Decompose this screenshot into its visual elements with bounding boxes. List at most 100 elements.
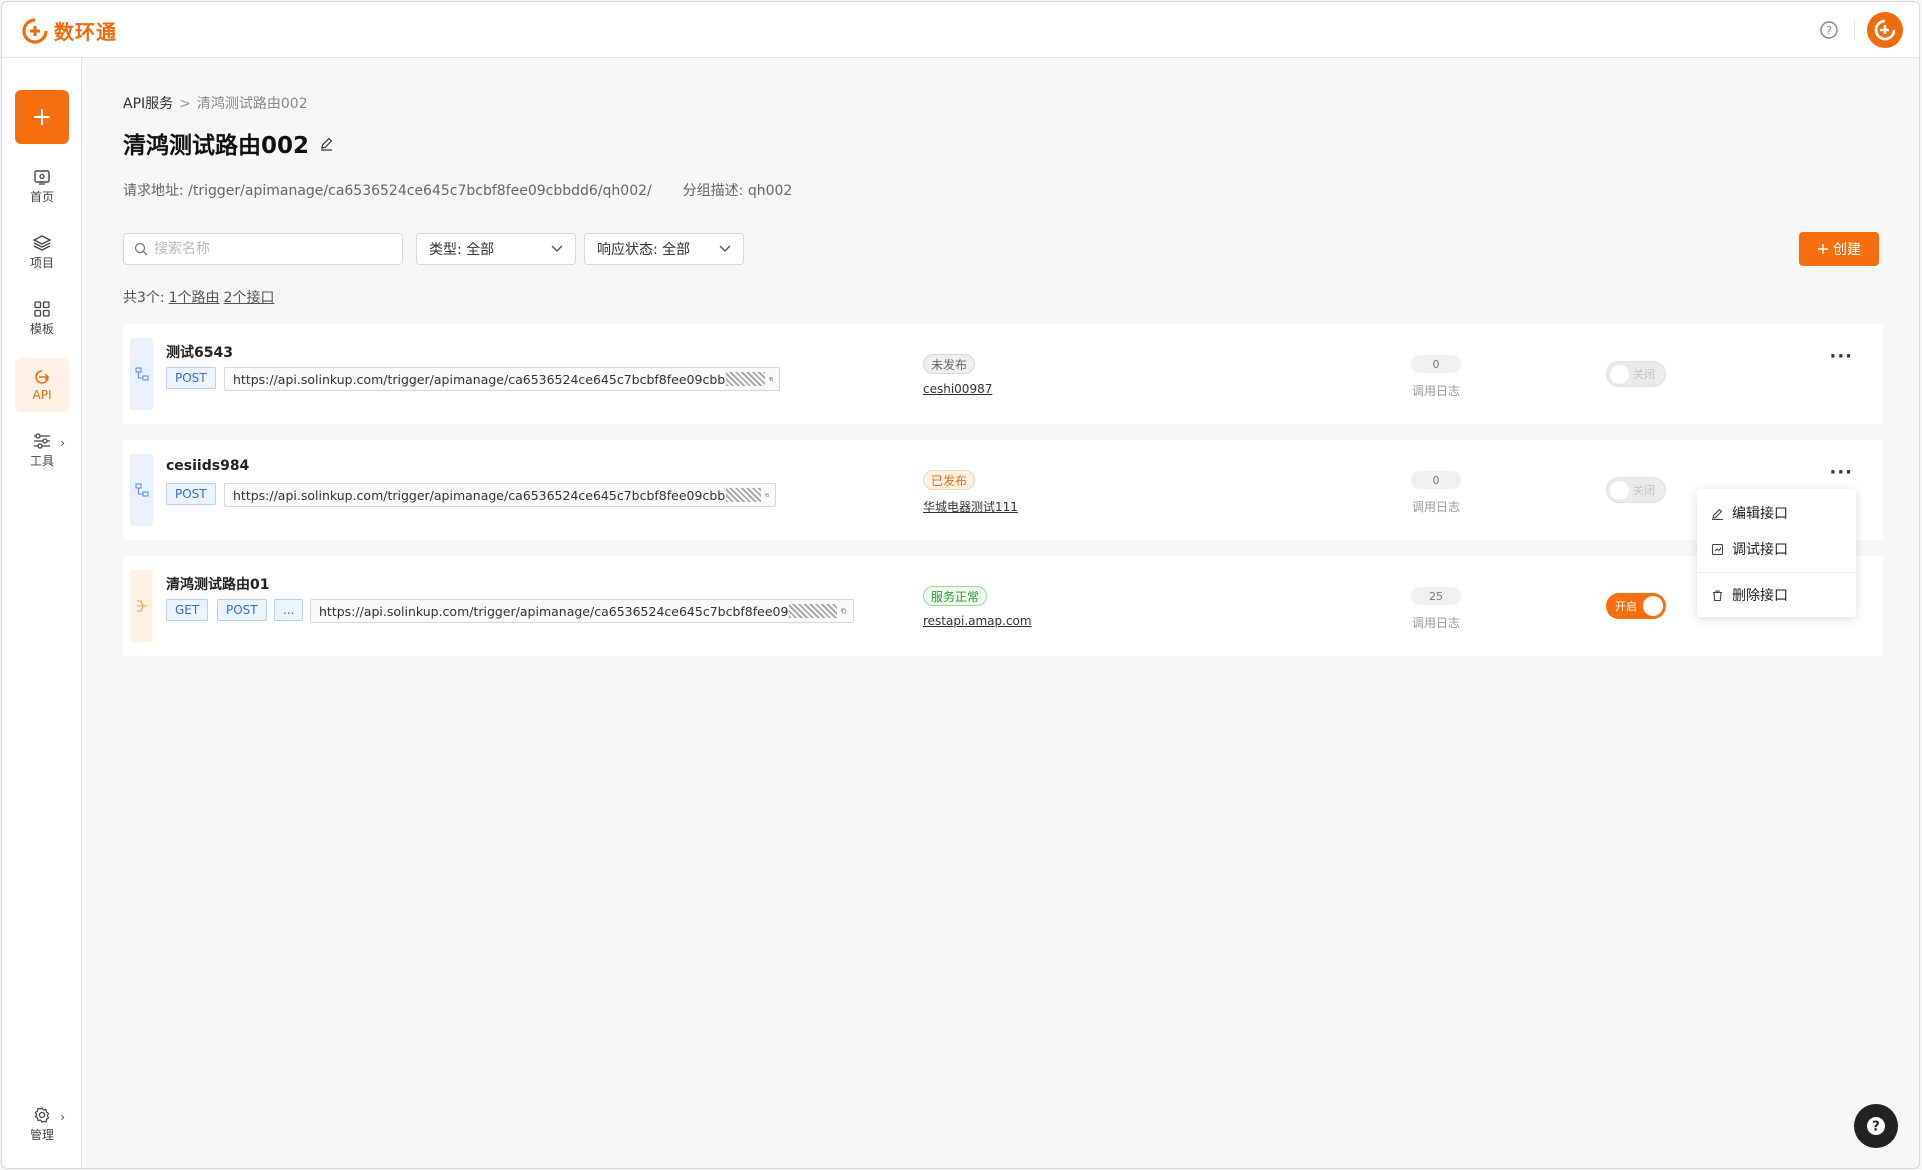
list-item[interactable]: 测试6543 POST https://api.solinkup.com/tri… xyxy=(123,324,1883,424)
sidebar-item-label: 管理 xyxy=(29,1128,54,1142)
host-link[interactable]: ceshi00987 xyxy=(923,382,992,396)
copy-icon[interactable] xyxy=(841,605,847,617)
app-frame: 数环通 ? 首页 项目 模板 API 工具 › 管理 › API服务 > 清鸿测… xyxy=(1,1,1920,1169)
url-text: https://api.solinkup.com/trigger/apimana… xyxy=(233,487,726,503)
context-menu: 编辑接口 调试接口 删除接口 xyxy=(1697,489,1856,617)
sidebar-item-home[interactable]: 首页 xyxy=(15,160,69,214)
url-box: https://api.solinkup.com/trigger/apimana… xyxy=(224,483,776,507)
interface-icon xyxy=(134,367,149,381)
group-desc-value: qh002 xyxy=(747,183,793,199)
call-count: 0 xyxy=(1411,355,1461,373)
call-count: 25 xyxy=(1411,587,1461,605)
toggle-knob xyxy=(1610,481,1629,500)
sidebar: 首页 项目 模板 API 工具 › 管理 › xyxy=(2,58,82,1168)
divider xyxy=(1854,20,1855,40)
logo-text: 数环通 xyxy=(54,20,117,44)
status-badge: 未发布 xyxy=(923,354,976,374)
url-text: https://api.solinkup.com/trigger/apimana… xyxy=(319,603,789,619)
grid-icon xyxy=(34,301,50,317)
more-icon[interactable]: ··· xyxy=(1829,346,1853,367)
call-log-link[interactable]: 调用日志 xyxy=(1411,498,1461,515)
breadcrumb-current: 清鸿测试路由002 xyxy=(196,96,308,112)
summary-total: 共3个: xyxy=(123,290,165,306)
logo[interactable]: 数环通 xyxy=(22,16,117,45)
copy-icon[interactable] xyxy=(768,373,773,385)
edit-icon xyxy=(1712,508,1723,520)
edit-icon[interactable] xyxy=(319,136,334,151)
page-meta: 请求地址: /trigger/apimanage/ca6536524ce645c… xyxy=(123,180,792,200)
copy-icon[interactable] xyxy=(765,489,769,501)
call-log-link[interactable]: 调用日志 xyxy=(1411,382,1461,399)
svg-text:?: ? xyxy=(1872,1120,1880,1135)
logo-icon xyxy=(22,17,48,44)
item-name: 清鸿测试路由01 xyxy=(166,577,270,593)
sidebar-item-api[interactable]: API xyxy=(15,358,69,412)
interfaces-link[interactable]: 2个接口 xyxy=(224,290,275,306)
top-bar: 数环通 ? xyxy=(2,2,1919,58)
list-item[interactable]: 清鸿测试路由01 GET POST ... https://api.solink… xyxy=(123,556,1883,656)
method-badge: POST xyxy=(166,367,216,389)
toggle-label: 关闭 xyxy=(1633,484,1655,497)
item-name: cesiids984 xyxy=(166,458,250,474)
add-button[interactable] xyxy=(15,90,69,144)
search-icon xyxy=(134,242,148,256)
toggle-label: 关闭 xyxy=(1633,368,1655,381)
sidebar-item-tools[interactable]: 工具 › xyxy=(15,424,69,478)
sidebar-item-projects[interactable]: 项目 xyxy=(15,226,69,280)
page-title-text: 清鸿测试路由002 xyxy=(123,133,310,159)
call-log-link[interactable]: 调用日志 xyxy=(1411,614,1461,631)
interface-type-marker xyxy=(130,338,153,410)
plus-icon xyxy=(1818,244,1828,254)
method-badge: POST xyxy=(217,599,267,621)
search-input[interactable] xyxy=(154,241,384,257)
menu-item-delete[interactable]: 删除接口 xyxy=(1697,577,1856,613)
menu-item-edit[interactable]: 编辑接口 xyxy=(1697,495,1856,531)
request-url-label: 请求地址: xyxy=(123,183,184,199)
summary: 共3个: 1个路由 2个接口 xyxy=(123,287,274,307)
help-icon[interactable]: ? xyxy=(1819,20,1839,40)
more-icon[interactable]: ··· xyxy=(1829,462,1853,483)
trash-icon xyxy=(1713,589,1722,601)
toggle-knob xyxy=(1610,365,1629,384)
avatar[interactable] xyxy=(1867,12,1903,48)
sidebar-item-label: 首页 xyxy=(29,190,54,204)
breadcrumb-separator: > xyxy=(179,96,191,112)
breadcrumb-root[interactable]: API服务 xyxy=(123,96,173,112)
menu-divider xyxy=(1697,572,1856,573)
routes-link[interactable]: 1个路由 xyxy=(169,290,220,306)
question-icon: ? xyxy=(1867,1117,1885,1135)
chevron-down-icon xyxy=(719,245,731,252)
enable-toggle[interactable]: 关闭 xyxy=(1606,361,1666,387)
enable-toggle[interactable]: 关闭 xyxy=(1606,477,1666,503)
route-icon xyxy=(136,600,147,612)
redacted-text xyxy=(789,604,838,618)
chevron-right-icon: › xyxy=(60,1110,65,1124)
host-link[interactable]: 华城电器测试111 xyxy=(923,498,1018,515)
create-button[interactable]: 创建 xyxy=(1799,232,1879,266)
item-name: 测试6543 xyxy=(166,345,233,361)
menu-item-debug[interactable]: 调试接口 xyxy=(1697,531,1856,567)
menu-item-label: 删除接口 xyxy=(1732,588,1788,604)
redacted-text xyxy=(726,372,765,386)
status-select[interactable]: 响应状态: 全部 xyxy=(584,233,744,265)
main-content: API服务 > 清鸿测试路由002 清鸿测试路由002 请求地址: /trigger… xyxy=(82,58,1919,1168)
gear-icon xyxy=(34,1107,50,1123)
group-desc-label: 分组描述: xyxy=(682,183,744,199)
host-link[interactable]: restapi.amap.com xyxy=(923,614,1032,628)
sidebar-item-templates[interactable]: 模板 xyxy=(15,292,69,346)
sidebar-item-admin[interactable]: 管理 › xyxy=(15,1098,69,1152)
more-methods-badge[interactable]: ... xyxy=(274,599,304,621)
create-button-label: 创建 xyxy=(1833,242,1861,258)
method-badge: GET xyxy=(166,599,209,621)
search-box[interactable] xyxy=(123,233,403,265)
sidebar-item-label: 工具 xyxy=(29,454,54,468)
menu-item-label: 调试接口 xyxy=(1732,542,1788,558)
method-badge: POST xyxy=(166,483,216,505)
toggle-label: 开启 xyxy=(1615,600,1637,613)
status-select-value: 响应状态: 全部 xyxy=(597,242,691,258)
type-select[interactable]: 类型: 全部 xyxy=(416,233,576,265)
list-item[interactable]: cesiids984 POST https://api.solinkup.com… xyxy=(123,440,1883,540)
layers-icon xyxy=(33,235,51,251)
enable-toggle[interactable]: 开启 xyxy=(1606,593,1666,619)
help-button[interactable]: ? xyxy=(1854,1104,1898,1148)
